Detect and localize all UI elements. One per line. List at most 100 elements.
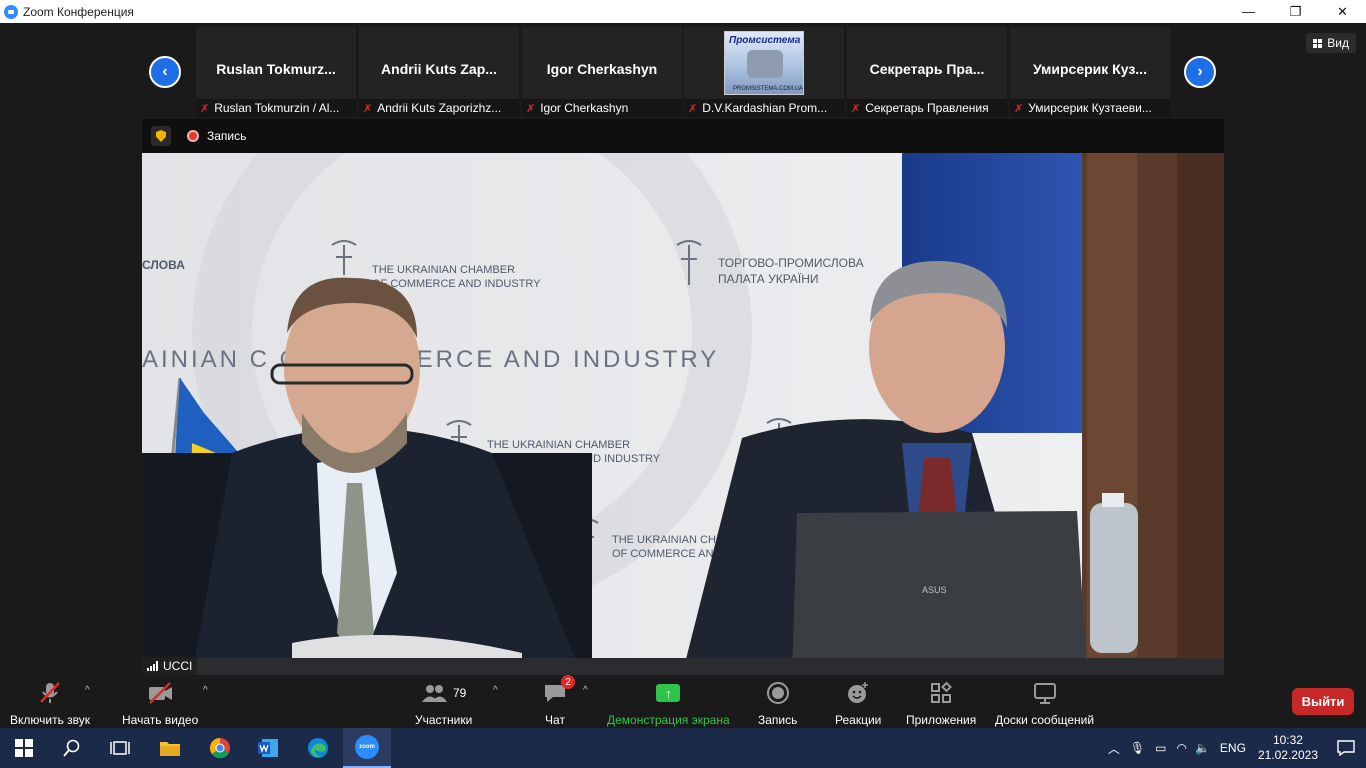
next-page-button[interactable]: ›	[1184, 56, 1216, 88]
share-screen-button[interactable]: ↑ Демонстрация экрана	[607, 679, 730, 727]
participants-icon: 79	[421, 679, 466, 707]
participants-button[interactable]: 79 Участники	[415, 679, 472, 727]
banner-text: THE UKRAINIAN CHAMBER	[372, 264, 515, 276]
laptop-logo: ASUS	[922, 585, 947, 595]
search-icon[interactable]	[48, 728, 96, 768]
video-frame: СЛОВА THE UKRAINIAN CHAMBER OF COMMERCE …	[142, 153, 1224, 675]
recording-label: Запись	[207, 129, 247, 143]
participant-tile[interactable]: Igor Cherkashyn ✗ Igor Cherkashyn	[522, 27, 682, 117]
chat-button[interactable]: 2 Чат	[543, 675, 575, 727]
meeting-toolbar: Включить звук ^ Начать видео ^ 79 Участн…	[0, 675, 1366, 728]
window-controls: — ❐ ✕	[1225, 0, 1366, 23]
record-button[interactable]: Запись	[758, 679, 797, 727]
muted-mic-icon: ✗	[1014, 102, 1024, 115]
date-label: 21.02.2023	[1257, 748, 1318, 762]
battery-icon[interactable]: ▭	[1155, 741, 1166, 755]
chevron-up-icon[interactable]: ︿	[1108, 740, 1120, 757]
participant-strip: ‹ Ruslan Tokmurz... ✗ Ruslan Tokmurzin / …	[0, 23, 1366, 119]
leave-meeting-button[interactable]: Выйти	[1292, 688, 1354, 715]
banner-text: OF COMMERCE AND	[612, 548, 721, 560]
banner-text: OF COMMERCE AND INDUSTRY	[372, 278, 541, 290]
windows-taskbar: zoom ︿ 🎙 ▭ ◠ 🔈 ENG 10:32 21.02.2023	[0, 728, 1366, 768]
audio-options-chevron-icon[interactable]: ^	[85, 685, 90, 696]
recording-icon	[187, 130, 199, 142]
participant-tile[interactable]: Промсистема PROMSISTEMA.COM.UA ✗ D.V.Kard…	[684, 27, 844, 117]
notifications-icon[interactable]	[1326, 740, 1366, 756]
word-icon[interactable]	[244, 728, 292, 768]
share-screen-icon: ↑	[656, 679, 681, 707]
banner-text: СЛОВА	[142, 258, 185, 272]
participant-tile[interactable]: Andrii Kuts Zap... ✗ Andrii Kuts Zaporizh…	[359, 27, 519, 117]
language-indicator[interactable]: ENG	[1220, 741, 1246, 755]
edge-icon[interactable]	[294, 728, 342, 768]
participant-tile[interactable]: Умирсерик Куз... ✗ Умирсерик Кузтаеви...	[1010, 27, 1170, 117]
participant-name: Умирсерик Куз...	[1033, 61, 1147, 77]
participant-caption: ✗ Секретарь Правления	[847, 99, 1007, 117]
participant-tile[interactable]: Ruslan Tokmurz... ✗ Ruslan Tokmurzin / Al…	[196, 27, 356, 117]
minimize-button[interactable]: —	[1225, 0, 1272, 23]
active-speaker-video: СЛОВА THE UKRAINIAN CHAMBER OF COMMERCE …	[142, 153, 1224, 675]
banner-text: AINIAN C OF COMMERCE AND INDUSTRY	[142, 346, 719, 373]
unmute-button[interactable]: Включить звук	[10, 679, 90, 727]
title-bar: Zoom Конференция — ❐ ✕	[0, 0, 1366, 23]
participant-caption: ✗ Igor Cherkashyn	[522, 99, 682, 117]
speaker-name-tag: UCCI	[142, 656, 198, 675]
maximize-button[interactable]: ❐	[1272, 0, 1319, 23]
banner-text: THE UKRAINIAN CH	[612, 534, 716, 546]
muted-mic-icon: ✗	[851, 102, 861, 115]
view-button[interactable]: Вид	[1306, 33, 1356, 53]
video-off-icon	[146, 679, 174, 707]
chat-icon: 2	[543, 675, 575, 707]
participant-video-logo: Промсистема PROMSISTEMA.COM.UA	[724, 31, 804, 95]
participant-caption: ✗ Ruslan Tokmurzin / Al...	[196, 99, 356, 117]
apps-button[interactable]: Приложения	[906, 679, 976, 727]
zoom-taskbar-icon[interactable]: zoom	[343, 728, 391, 768]
muted-mic-icon: ✗	[200, 102, 210, 115]
chrome-icon[interactable]	[196, 728, 244, 768]
zoom-logo-icon	[4, 4, 18, 19]
apps-icon	[929, 679, 953, 707]
record-icon	[766, 679, 790, 707]
muted-microphone-icon	[37, 679, 63, 707]
time-label: 10:32	[1272, 733, 1303, 747]
windows-start-icon[interactable]	[0, 728, 48, 768]
participant-name: Секретарь Пра...	[869, 61, 985, 77]
participant-name: Ruslan Tokmurz...	[216, 61, 336, 77]
file-explorer-icon[interactable]	[146, 728, 194, 768]
participant-name: Andrii Kuts Zap...	[381, 61, 497, 77]
whiteboards-button[interactable]: Доски сообщений	[995, 679, 1094, 727]
signal-strength-icon	[147, 660, 158, 671]
zoom-window: Zoom Конференция — ❐ ✕ ‹ Ruslan Tokmurz.…	[0, 0, 1366, 768]
task-view-icon[interactable]	[96, 728, 144, 768]
security-shield-icon[interactable]	[151, 126, 171, 146]
participant-caption: ✗ Andrii Kuts Zaporizhz...	[359, 99, 519, 117]
participants-count: 79	[452, 686, 467, 700]
muted-mic-icon: ✗	[688, 102, 698, 115]
video-options-chevron-icon[interactable]: ^	[203, 685, 208, 696]
grid-icon	[1313, 38, 1323, 48]
banner-text: ПАЛАТА УКРАЇНИ	[718, 272, 819, 286]
whiteboard-icon	[1032, 679, 1058, 707]
window-title: Zoom Конференция	[23, 4, 134, 19]
chat-options-chevron-icon[interactable]: ^	[583, 685, 588, 696]
banner-text: ТОРГОВО-ПРОМИСЛОВА	[718, 256, 864, 270]
microphone-icon[interactable]: 🎙	[1130, 741, 1145, 755]
meeting-info-bar: Запись	[142, 119, 1224, 153]
participants-options-chevron-icon[interactable]: ^	[493, 685, 498, 696]
start-video-button[interactable]: Начать видео	[122, 679, 198, 727]
volume-icon[interactable]: 🔈	[1195, 741, 1210, 755]
system-tray: ︿ 🎙 ▭ ◠ 🔈 ENG 10:32 21.02.2023	[1108, 728, 1366, 768]
clock[interactable]: 10:32 21.02.2023	[1258, 733, 1318, 763]
participant-name: Igor Cherkashyn	[546, 61, 658, 77]
muted-mic-icon: ✗	[363, 102, 373, 115]
reactions-button[interactable]: Реакции	[835, 679, 881, 727]
participant-caption: ✗ Умирсерик Кузтаеви...	[1010, 99, 1170, 117]
muted-mic-icon: ✗	[526, 102, 536, 115]
participant-tile[interactable]: Секретарь Пра... ✗ Секретарь Правления	[847, 27, 1007, 117]
close-button[interactable]: ✕	[1319, 0, 1366, 23]
previous-page-button[interactable]: ‹	[149, 56, 181, 88]
participant-caption: ✗ D.V.Kardashian Prom...	[684, 99, 844, 117]
smiley-plus-icon	[846, 679, 870, 707]
chat-unread-badge: 2	[561, 675, 575, 689]
wifi-icon[interactable]: ◠	[1176, 741, 1186, 755]
